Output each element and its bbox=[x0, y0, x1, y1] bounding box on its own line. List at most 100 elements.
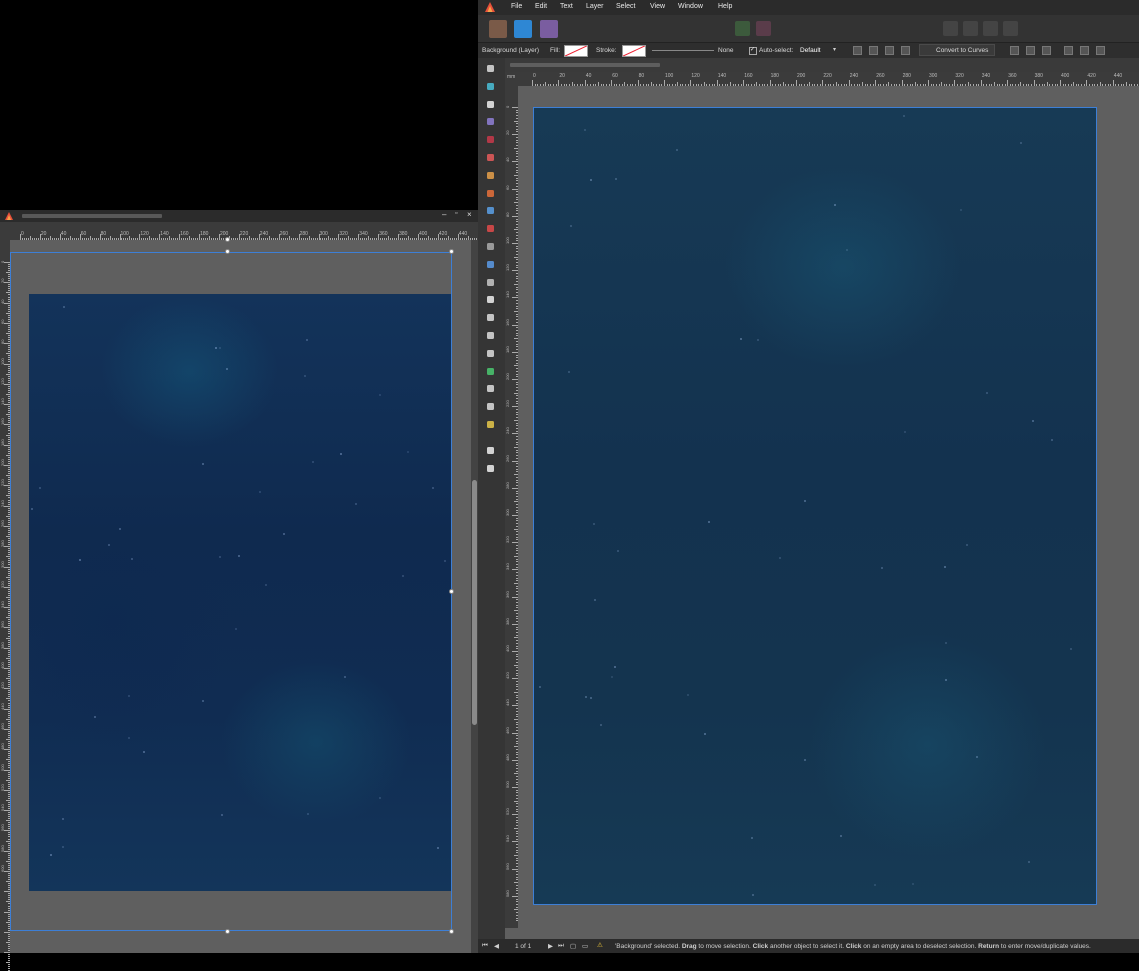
ruler-label: 300 bbox=[319, 231, 328, 237]
designer-persona-icon[interactable] bbox=[489, 20, 507, 38]
close-icon[interactable]: × bbox=[467, 210, 472, 219]
horizontal-ruler[interactable]: mm 0 20 40 60 80 100 120 140 160 180 200 220 240 260 2… bbox=[505, 72, 1139, 86]
rotate-left-icon[interactable] bbox=[885, 46, 894, 55]
text-frame-icon[interactable]: ▭ bbox=[582, 942, 588, 950]
resize-handle-top[interactable] bbox=[225, 249, 230, 254]
status-message-part: 'Background' selected. bbox=[615, 943, 682, 950]
snapping-toggle-icon[interactable] bbox=[756, 21, 771, 36]
ruler-unit: mm bbox=[507, 74, 516, 80]
background-star bbox=[904, 431, 906, 433]
ruler-tick bbox=[780, 84, 782, 86]
rectangle-tool-icon[interactable] bbox=[484, 311, 497, 324]
insert-inside-icon[interactable] bbox=[943, 21, 958, 36]
vertical-ruler[interactable]: 0 20 40 60 80 100 120 140 160 180 200 220 240 260 280 3… bbox=[0, 240, 10, 971]
resize-handle-bottom-right[interactable] bbox=[449, 929, 454, 934]
ruler-tick bbox=[57, 238, 59, 240]
window-titlebar[interactable]: – ▫ × bbox=[0, 210, 478, 222]
fill-tool-icon[interactable] bbox=[484, 133, 497, 146]
align-center-icon[interactable] bbox=[1026, 46, 1035, 55]
resize-handle-right[interactable] bbox=[449, 589, 454, 594]
pixel-persona-icon[interactable] bbox=[514, 20, 532, 38]
pencil-tool-icon[interactable] bbox=[484, 169, 497, 182]
prev-page-icon[interactable]: ◀ bbox=[494, 942, 499, 950]
fill-circle-tool-icon[interactable] bbox=[484, 365, 497, 378]
ruler-label: 160 bbox=[505, 318, 510, 326]
horizontal-ruler[interactable]: 0 20 40 60 80 100 120 140 160 180 200 220 240 260 280 3… bbox=[0, 222, 478, 240]
affinity-logo-icon[interactable] bbox=[485, 2, 495, 12]
move-tool-icon[interactable] bbox=[484, 62, 497, 75]
last-page-icon[interactable]: ⏭ bbox=[558, 942, 564, 950]
stroke-width-value[interactable]: None bbox=[718, 47, 734, 54]
knife-tool-icon[interactable] bbox=[484, 400, 497, 413]
crop-tool-icon[interactable] bbox=[484, 293, 497, 306]
ruler-tick bbox=[743, 80, 745, 86]
document-canvas[interactable] bbox=[533, 107, 1097, 905]
frame-text-tool-icon[interactable] bbox=[484, 382, 497, 395]
menu-view[interactable]: View bbox=[650, 3, 665, 10]
menu-window[interactable]: Window bbox=[678, 3, 703, 10]
auto-select-dropdown[interactable]: Default bbox=[800, 47, 821, 54]
ruler-tick bbox=[864, 84, 866, 86]
flip-vertical-icon[interactable] bbox=[869, 46, 878, 55]
vertical-scrollbar[interactable] bbox=[471, 240, 478, 953]
menu-layer[interactable]: Layer bbox=[586, 3, 604, 10]
align-top-icon[interactable] bbox=[1064, 46, 1073, 55]
snapping-settings-icon[interactable] bbox=[735, 21, 750, 36]
align-right-icon[interactable] bbox=[1042, 46, 1051, 55]
first-page-icon[interactable]: ⏮ bbox=[482, 942, 488, 950]
transparency-tool-icon[interactable] bbox=[484, 240, 497, 253]
auto-select-checkbox[interactable]: ✓ bbox=[749, 47, 757, 55]
rotate-right-icon[interactable] bbox=[901, 46, 910, 55]
stroke-width-slider[interactable] bbox=[652, 50, 714, 51]
menu-select[interactable]: Select bbox=[616, 3, 635, 10]
ruler-tick bbox=[516, 376, 518, 378]
pen-tool-icon[interactable] bbox=[484, 151, 497, 164]
minimize-icon[interactable]: – bbox=[442, 210, 446, 219]
convert-to-curves-button[interactable]: Convert to Curves bbox=[919, 44, 995, 56]
menu-file[interactable]: File bbox=[511, 3, 522, 10]
color-picker-tool-icon[interactable] bbox=[484, 222, 497, 235]
insert-behind-icon[interactable] bbox=[963, 21, 978, 36]
insert-above-icon[interactable] bbox=[1003, 21, 1018, 36]
vertical-ruler[interactable]: 0 20 40 60 80 100 120 140 160 180 200 220 240 260 280 3… bbox=[505, 86, 518, 928]
vector-brush-tool-icon[interactable] bbox=[484, 187, 497, 200]
export-persona-icon[interactable] bbox=[540, 20, 558, 38]
measure-tool-icon[interactable] bbox=[484, 418, 497, 431]
scrollbar-thumb[interactable] bbox=[472, 480, 477, 725]
insert-top-icon[interactable] bbox=[983, 21, 998, 36]
chevron-down-icon[interactable]: ▾ bbox=[833, 46, 836, 53]
mesh-tool-icon[interactable] bbox=[484, 276, 497, 289]
menu-edit[interactable]: Edit bbox=[535, 3, 547, 10]
warning-icon[interactable]: ⚠ bbox=[597, 941, 603, 949]
selection-box[interactable] bbox=[10, 252, 452, 931]
align-middle-icon[interactable] bbox=[1080, 46, 1089, 55]
align-bottom-icon[interactable] bbox=[1096, 46, 1105, 55]
next-page-icon[interactable]: ▶ bbox=[548, 942, 553, 950]
stroke-swatch[interactable] bbox=[622, 45, 646, 57]
resize-handle-bottom[interactable] bbox=[225, 929, 230, 934]
resize-handle-top-right[interactable] bbox=[449, 249, 454, 254]
shape-tool-icon[interactable] bbox=[484, 347, 497, 360]
flip-horizontal-icon[interactable] bbox=[853, 46, 862, 55]
document-tab-obscured[interactable] bbox=[510, 63, 660, 67]
ruler-tick bbox=[85, 238, 87, 240]
node-tool-icon[interactable] bbox=[484, 98, 497, 111]
rotate-handle[interactable] bbox=[225, 237, 230, 242]
menu-text[interactable]: Text bbox=[560, 3, 573, 10]
align-left-icon[interactable] bbox=[1010, 46, 1019, 55]
ruler-tick bbox=[213, 238, 215, 240]
ruler-tick bbox=[896, 84, 898, 86]
zoom-tool-icon[interactable] bbox=[484, 444, 497, 457]
ellipse-tool-icon[interactable] bbox=[484, 329, 497, 342]
page-settings-icon[interactable]: ▢ bbox=[570, 942, 576, 950]
ruler-tick bbox=[917, 84, 919, 86]
restore-icon[interactable]: ▫ bbox=[455, 210, 457, 217]
color-swatch-tool-icon[interactable] bbox=[484, 462, 497, 475]
ruler-tick bbox=[516, 887, 518, 889]
pixel-brush-tool-icon[interactable] bbox=[484, 204, 497, 217]
artboard-tool-icon[interactable] bbox=[484, 80, 497, 93]
fill-swatch[interactable] bbox=[564, 45, 588, 57]
point-transform-tool-icon[interactable] bbox=[484, 115, 497, 128]
place-image-tool-icon[interactable] bbox=[484, 258, 497, 271]
menu-help[interactable]: Help bbox=[718, 3, 732, 10]
